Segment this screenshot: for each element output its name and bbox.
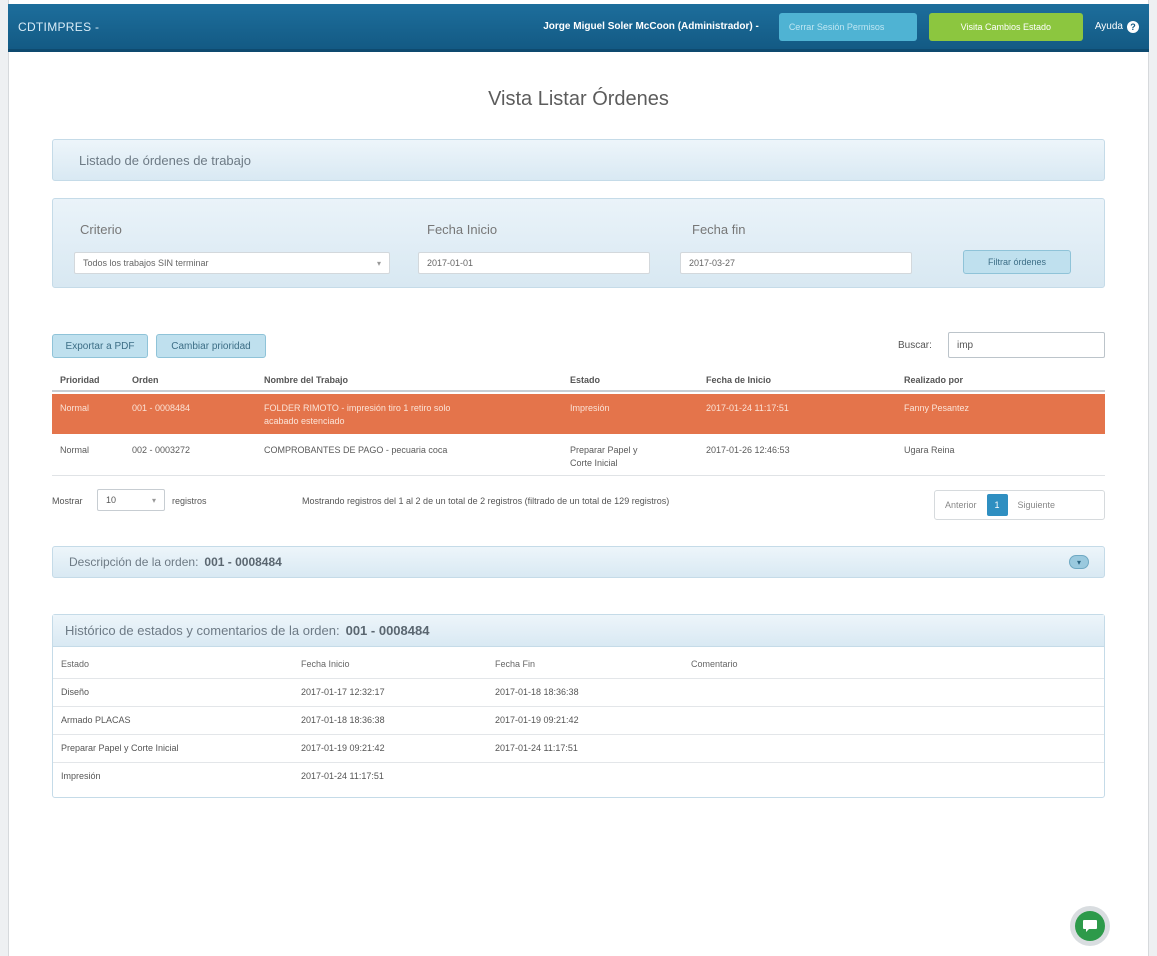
- fecha-inicio-label: Fecha Inicio: [427, 222, 498, 237]
- history-label: Histórico de estados y comentarios de la…: [65, 623, 340, 638]
- orders-table-header: Prioridad Orden Nombre del Trabajo Estad…: [52, 370, 1105, 392]
- records-label: registros: [172, 496, 207, 506]
- page-title: Vista Listar Órdenes: [488, 88, 669, 110]
- cell-estado: Armado PLACAS: [61, 715, 131, 725]
- cell-inicio: 2017-01-19 09:21:42: [301, 743, 385, 753]
- cell-estado: Diseño: [61, 687, 90, 697]
- user-menu[interactable]: Jorge Miguel Soler McCoon (Administrador…: [543, 21, 759, 32]
- history-order: 001 - 0008484: [345, 623, 430, 638]
- chat-widget[interactable]: [1070, 906, 1110, 946]
- cell-inicio: 2017-01-18 18:36:38: [301, 715, 385, 725]
- history-table-header: Estado Fecha Inicio Fecha Fin Comentario: [53, 651, 1104, 679]
- change-priority-button[interactable]: Cambiar prioridad: [156, 334, 266, 358]
- cell-fecha: 2017-01-24 11:17:51: [706, 403, 789, 413]
- cell-fin: 2017-01-19 09:21:42: [495, 715, 579, 725]
- chevron-down-icon[interactable]: ▾: [1069, 555, 1089, 569]
- cell-realizado: Ugara Reina: [904, 445, 955, 455]
- cell-orden: 001 - 0008484: [132, 403, 191, 413]
- filter-button[interactable]: Filtrar órdenes: [963, 250, 1071, 274]
- chevron-down-icon: ▾: [376, 258, 381, 268]
- fecha-fin-label: Fecha fin: [692, 222, 746, 237]
- table-row-selected[interactable]: Normal 001 - 0008484 FOLDER RIMOTO - imp…: [52, 394, 1105, 434]
- cell-nombre-line2: acabado estenciado: [264, 416, 345, 426]
- export-pdf-button[interactable]: Exportar a PDF: [52, 334, 148, 358]
- help-link[interactable]: Ayuda ?: [1094, 20, 1139, 33]
- col-comentario: Comentario: [691, 659, 738, 669]
- cell-estado-line1: Preparar Papel y: [570, 445, 638, 455]
- cell-estado-line2: Corte Inicial: [570, 458, 618, 468]
- nav-blue-button[interactable]: Cerrar Sesión Permisos: [778, 12, 917, 41]
- history-panel: Histórico de estados y comentarios de la…: [52, 614, 1105, 798]
- cell-fin: 2017-01-24 11:17:51: [495, 743, 578, 753]
- cell-nombre: COMPROBANTES DE PAGO - pecuaria coca: [264, 445, 448, 455]
- cell-estado: Impresión: [61, 771, 101, 781]
- table-row[interactable]: Normal 002 - 0003272 COMPROBANTES DE PAG…: [52, 436, 1105, 476]
- show-label: Mostrar: [52, 496, 83, 506]
- page-length-select[interactable]: 10 ▾: [97, 489, 165, 511]
- table-info: Mostrando registros del 1 al 2 de un tot…: [302, 496, 670, 506]
- table-row: Armado PLACAS 2017-01-18 18:36:38 2017-0…: [53, 707, 1104, 735]
- col-estado: Estado: [61, 659, 90, 669]
- table-row: Diseño 2017-01-17 12:32:17 2017-01-18 18…: [53, 679, 1104, 707]
- prev-page-button[interactable]: Anterior: [935, 500, 987, 510]
- col-orden[interactable]: Orden: [132, 375, 159, 385]
- cell-estado: Preparar Papel y Corte Inicial: [61, 743, 179, 753]
- col-realizado[interactable]: Realizado por: [904, 375, 963, 385]
- table-row: Preparar Papel y Corte Inicial 2017-01-1…: [53, 735, 1104, 763]
- brand-menu[interactable]: CDTIMPRES -: [18, 20, 99, 34]
- cell-orden: 002 - 0003272: [132, 445, 191, 455]
- description-order: 001 - 0008484: [204, 555, 282, 569]
- criterio-value: Todos los trabajos SIN terminar: [83, 258, 209, 268]
- search-label: Buscar:: [898, 340, 932, 351]
- chevron-down-icon: ▾: [151, 495, 156, 505]
- col-fecha-fin: Fecha Fin: [495, 659, 536, 669]
- next-page-button[interactable]: Siguiente: [1008, 500, 1066, 510]
- cell-nombre-line1: FOLDER RIMOTO - impresión tiro 1 retiro …: [264, 403, 451, 413]
- table-row: Impresión 2017-01-24 11:17:51: [53, 763, 1104, 791]
- cell-nombre: FOLDER RIMOTO - impresión tiro 1 retiro …: [264, 402, 554, 428]
- cell-fin: 2017-01-18 18:36:38: [495, 687, 579, 697]
- history-panel-header: Histórico de estados y comentarios de la…: [53, 615, 1104, 647]
- pagination: Anterior 1 Siguiente: [934, 490, 1105, 520]
- cell-prioridad: Normal: [60, 403, 90, 413]
- cell-inicio: 2017-01-24 11:17:51: [301, 771, 384, 781]
- col-estado[interactable]: Estado: [570, 375, 600, 385]
- criterio-select[interactable]: Todos los trabajos SIN terminar ▾: [74, 252, 390, 274]
- fecha-fin-input[interactable]: 2017-03-27: [680, 252, 912, 274]
- page-1-button[interactable]: 1: [986, 494, 1008, 516]
- cell-prioridad: Normal: [60, 445, 90, 455]
- question-icon: ?: [1127, 20, 1139, 33]
- nav-green-button[interactable]: Visita Cambios Estado: [928, 12, 1083, 41]
- description-panel-header[interactable]: Descripción de la orden: 001 - 0008484: [52, 546, 1105, 578]
- list-panel-header: Listado de órdenes de trabajo: [52, 139, 1105, 181]
- fecha-inicio-input[interactable]: 2017-01-01: [418, 252, 650, 274]
- search-input[interactable]: imp: [948, 332, 1105, 358]
- col-nombre[interactable]: Nombre del Trabajo: [264, 375, 348, 385]
- criterio-label: Criterio: [80, 222, 122, 237]
- filter-panel: [52, 198, 1105, 288]
- description-label: Descripción de la orden:: [69, 555, 199, 569]
- top-navbar: CDTIMPRES - Jorge Miguel Soler McCoon (A…: [8, 4, 1149, 52]
- cell-inicio: 2017-01-17 12:32:17: [301, 687, 385, 697]
- cell-estado: Preparar Papel y Corte Inicial: [570, 444, 690, 470]
- cell-estado: Impresión: [570, 403, 610, 413]
- col-prioridad[interactable]: Prioridad: [60, 375, 100, 385]
- col-fecha-inicio[interactable]: Fecha de Inicio: [706, 375, 771, 385]
- page-length-value: 10: [106, 495, 117, 505]
- cell-realizado: Fanny Pesantez: [904, 403, 970, 413]
- chat-bubble-icon: [1075, 911, 1105, 941]
- list-panel-title: Listado de órdenes de trabajo: [79, 152, 252, 168]
- help-label: Ayuda: [1094, 21, 1123, 32]
- col-fecha-inicio: Fecha Inicio: [301, 659, 350, 669]
- cell-fecha: 2017-01-26 12:46:53: [706, 445, 790, 455]
